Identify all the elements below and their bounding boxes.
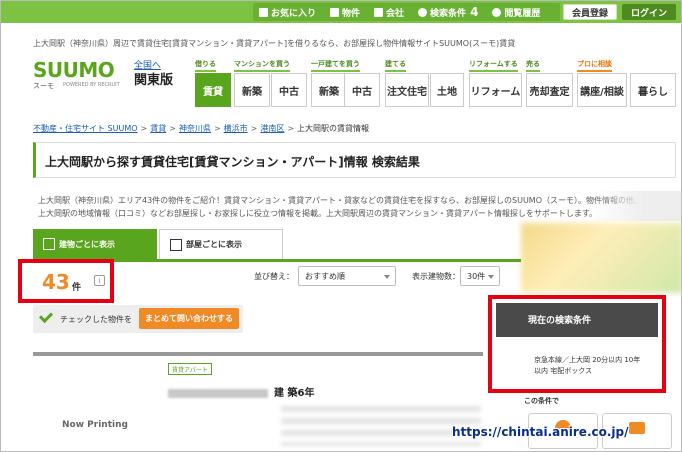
blurred-listing-details <box>281 406 481 446</box>
display-count-select[interactable]: 30件 <box>460 266 500 286</box>
watermark-url: https://chintai.anire.co.jp/ <box>452 425 629 439</box>
breadcrumb-separator: > <box>287 124 295 133</box>
mail-icon <box>629 422 645 434</box>
company-link[interactable]: 会社 <box>374 6 404 19</box>
search-icon <box>418 7 428 17</box>
category-build: 建てる <box>385 59 406 72</box>
building-icon <box>43 238 55 250</box>
display-count-label: 表示建物数： <box>412 272 460 281</box>
chevron-down-icon <box>488 275 494 279</box>
property-type-tag: 賃貸アパート <box>168 363 212 375</box>
listing-title[interactable]: 建 築6年 <box>168 384 314 399</box>
register-button[interactable]: 会員登録 <box>563 4 617 20</box>
top-nav: お気に入り 物件 会社 検索条件 4 閲覧履歴 <box>253 3 561 21</box>
category-sell: 売る <box>526 59 540 72</box>
checkmark-icon <box>38 308 54 324</box>
search-conditions-body: 京急本線／上大岡 20分以内 10年 以内 宅配ボックス <box>534 355 672 377</box>
nav-land[interactable]: 土地 <box>430 73 464 107</box>
nav-rent[interactable]: 賃貸 <box>195 73 231 107</box>
results-divider <box>33 352 483 356</box>
tab-by-building[interactable]: 建物ごとに表示 <box>33 229 157 259</box>
search-conditions-link[interactable]: 検索条件 4 <box>418 5 478 19</box>
category-buy-mansion: マンションを買う <box>234 59 290 72</box>
room-icon <box>170 239 182 251</box>
description-line: 上大岡駅（神奈川県）エリア43件の物件をご紹介！賃貸マンション・賃貸アパート・貸… <box>38 196 643 205</box>
region-name: 関東版 <box>134 73 174 88</box>
nav-mansion-new[interactable]: 新築 <box>234 73 270 107</box>
nav-custom-home[interactable]: 注文住宅 <box>385 73 429 107</box>
breadcrumb-current: 上大岡駅の賃貸情報 <box>297 124 370 133</box>
sort-select[interactable]: おすすめ順 <box>298 266 396 286</box>
clock-icon <box>492 7 502 17</box>
top-bar: お気に入り 物件 会社 検索条件 4 閲覧履歴 会員登録 ログイン <box>1 1 681 23</box>
nav-sale-appraisal[interactable]: 売却査定 <box>526 73 573 107</box>
heart-icon <box>259 7 268 17</box>
breadcrumb-link-ward[interactable]: 港南区 <box>260 124 284 133</box>
search-conditions-header: 現在の検索条件 <box>496 303 658 337</box>
breadcrumb-separator: > <box>140 124 148 133</box>
search-conditions-highlight: 現在の検索条件 <box>488 295 666 393</box>
breadcrumb-link-home[interactable]: 不動産・住宅サイト SUUMO <box>33 124 138 133</box>
result-count-highlight: 43 件 i <box>18 259 114 303</box>
suumo-logo[interactable]: SUUMO <box>33 58 115 82</box>
search-condition-line: 以内 宅配ボックス <box>534 367 593 375</box>
category-reform: リフォームする <box>469 59 518 72</box>
description-line: 上大岡駅の地域情報（口コミ）などお部屋探し・お家探しに役立つ情報を掲載。上大岡駅… <box>38 209 598 218</box>
category-consult: プロに相談 <box>577 59 612 72</box>
nav-house-new[interactable]: 新築 <box>311 73 347 107</box>
bulk-inquiry-label: チェックした物件を <box>60 315 132 324</box>
site-tagline: 上大岡駅（神奈川県）周辺で賃貸住宅[賃貸マンション・賃貸アパート]を借りるなら、… <box>33 39 516 48</box>
page-title: 上大岡駅から探す賃貸住宅[賃貸マンション・アパート]情報 検索結果 <box>45 155 420 169</box>
login-button[interactable]: ログイン <box>622 4 676 20</box>
result-count-unit: 件 <box>72 283 82 293</box>
breadcrumb-link-city[interactable]: 横浜市 <box>224 124 248 133</box>
nav-mansion-used[interactable]: 中古 <box>271 73 307 107</box>
logo-subtitle: スーモ <box>33 82 54 90</box>
category-rent: 借りる <box>195 59 216 72</box>
breadcrumb-separator: > <box>169 124 176 133</box>
nav-house-used[interactable]: 中古 <box>344 73 380 107</box>
breadcrumb-link-prefecture[interactable]: 神奈川県 <box>179 124 211 133</box>
blurred-banner <box>521 223 681 293</box>
page-title-box: 上大岡駅から探す賃貸住宅[賃貸マンション・アパート]情報 検索結果 <box>33 142 676 178</box>
logo-byline: POWERED BY RECRUIT <box>63 82 120 88</box>
history-link[interactable]: 閲覧履歴 <box>492 6 540 19</box>
favorites-link[interactable]: お気に入り <box>259 6 316 19</box>
blurred-name <box>168 388 268 398</box>
chevron-down-icon <box>384 275 390 279</box>
blurred-area <box>591 191 681 221</box>
nav-seminar[interactable]: 講座/相談 <box>577 73 627 107</box>
page-description: 上大岡駅（神奈川県）エリア43件の物件をご紹介！賃貸マンション・賃貸アパート・貸… <box>38 194 658 220</box>
tab-by-room[interactable]: 部屋ごとに表示 <box>159 229 283 259</box>
house-icon <box>330 7 340 17</box>
result-count: 43 <box>42 270 70 294</box>
search-condition-line: 京急本線／上大岡 20分以内 10年 <box>534 356 641 364</box>
search-count-badge: 4 <box>470 5 479 19</box>
search-conditions-more: この条件で <box>524 397 559 405</box>
page-frame: お気に入り 物件 会社 検索条件 4 閲覧履歴 会員登録 ログイン 上大岡駅（神奈… <box>0 0 682 452</box>
breadcrumb-separator: > <box>213 124 221 133</box>
property-link[interactable]: 物件 <box>330 6 360 19</box>
bulk-inquiry-button[interactable]: まとめて問い合わせする <box>139 308 239 329</box>
listing-image-placeholder: Now Printing <box>62 420 128 430</box>
nav-reform[interactable]: リフォーム <box>469 73 522 107</box>
nav-living[interactable]: 暮らし <box>630 73 676 107</box>
breadcrumb: 不動産・住宅サイト SUUMO > 賃貸 > 神奈川県 > 横浜市 > 港南区 > 上大岡駅の賃貸情… <box>33 123 369 134</box>
breadcrumb-link-rent[interactable]: 賃貸 <box>150 124 166 133</box>
breadcrumb-separator: > <box>250 124 258 133</box>
category-buy-house: 一戸建てを買う <box>311 59 360 72</box>
bulk-inquiry-bar: チェックした物件を まとめて問い合わせする <box>33 305 243 333</box>
building-icon <box>374 7 384 17</box>
sort-label: 並び替え： <box>254 272 294 281</box>
info-icon[interactable]: i <box>94 275 105 286</box>
